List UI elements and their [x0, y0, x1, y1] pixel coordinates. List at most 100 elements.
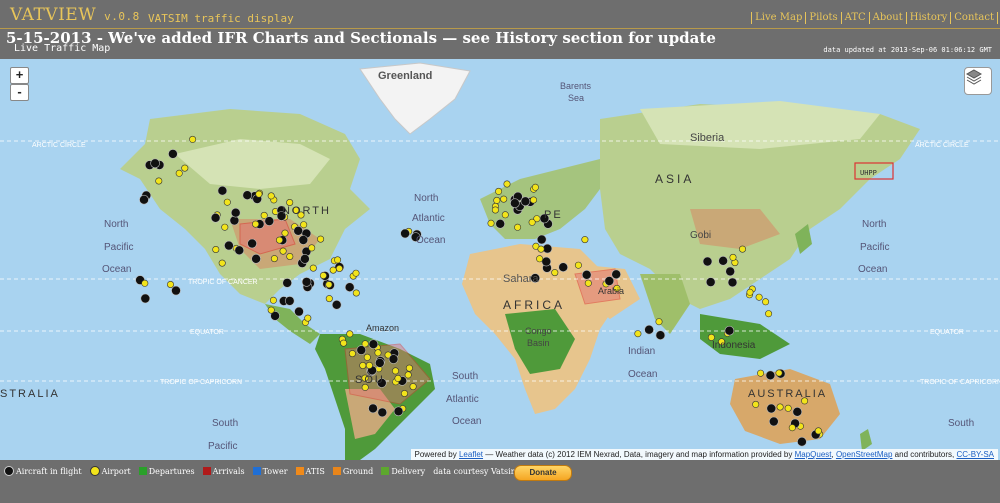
- donate-button[interactable]: Donate: [514, 465, 572, 481]
- aircraft-marker[interactable]: [374, 358, 385, 368]
- aircraft-marker[interactable]: [140, 293, 151, 304]
- aircraft-marker[interactable]: [171, 285, 181, 296]
- airport-marker[interactable]: [365, 361, 373, 369]
- aircraft-marker[interactable]: [234, 245, 245, 256]
- airport-marker[interactable]: [528, 218, 536, 226]
- airport-marker[interactable]: [495, 187, 503, 195]
- aircraft-marker[interactable]: [356, 345, 367, 355]
- airport-marker[interactable]: [308, 244, 316, 252]
- airport-marker[interactable]: [391, 367, 399, 375]
- live-traffic-map[interactable]: Greenland Barents Sea Siberia ARCTIC CIR…: [0, 59, 1000, 460]
- aircraft-marker[interactable]: [768, 416, 779, 427]
- attrib-license-link[interactable]: CC-BY-SA: [957, 450, 995, 459]
- airport-marker[interactable]: [304, 314, 312, 322]
- aircraft-marker[interactable]: [251, 254, 261, 264]
- aircraft-marker[interactable]: [718, 256, 728, 266]
- airport-marker[interactable]: [529, 196, 537, 204]
- airport-marker[interactable]: [267, 192, 275, 200]
- aircraft-marker[interactable]: [294, 306, 304, 317]
- airport-marker[interactable]: [634, 330, 642, 338]
- airport-marker[interactable]: [501, 211, 509, 219]
- airport-marker[interactable]: [325, 295, 333, 303]
- airport-marker[interactable]: [346, 330, 354, 338]
- airport-marker[interactable]: [584, 279, 592, 287]
- aircraft-marker[interactable]: [224, 240, 234, 251]
- airport-marker[interactable]: [319, 272, 327, 280]
- aircraft-marker[interactable]: [331, 300, 342, 310]
- attrib-leaflet-link[interactable]: Leaflet: [459, 450, 483, 459]
- aircraft-marker[interactable]: [298, 235, 309, 245]
- airport-marker[interactable]: [317, 235, 325, 243]
- layers-toggle-button[interactable]: [964, 67, 992, 95]
- airport-marker[interactable]: [775, 369, 783, 377]
- aircraft-marker[interactable]: [150, 158, 160, 169]
- airport-marker[interactable]: [325, 281, 333, 289]
- airport-marker[interactable]: [221, 223, 229, 231]
- nav-history[interactable]: History: [905, 12, 951, 24]
- aircraft-marker[interactable]: [536, 234, 547, 245]
- airport-marker[interactable]: [500, 195, 508, 203]
- airport-marker[interactable]: [269, 296, 277, 304]
- aircraft-marker[interactable]: [541, 256, 552, 267]
- aircraft-marker[interactable]: [229, 215, 240, 226]
- nav-contact[interactable]: Contact: [950, 12, 998, 24]
- aircraft-marker[interactable]: [766, 403, 777, 414]
- airport-marker[interactable]: [514, 223, 522, 231]
- airport-marker[interactable]: [746, 288, 754, 296]
- airport-marker[interactable]: [551, 269, 559, 277]
- airport-marker[interactable]: [788, 424, 796, 432]
- zoom-in-button[interactable]: +: [10, 67, 29, 84]
- aircraft-marker[interactable]: [377, 407, 388, 418]
- aircraft-marker[interactable]: [301, 277, 312, 287]
- airport-marker[interactable]: [348, 350, 356, 358]
- aircraft-marker[interactable]: [300, 254, 310, 264]
- zoom-out-button[interactable]: -: [10, 84, 29, 101]
- aircraft-marker[interactable]: [217, 185, 228, 196]
- airport-marker[interactable]: [655, 318, 663, 326]
- airport-marker[interactable]: [223, 198, 231, 206]
- airport-marker[interactable]: [776, 403, 784, 411]
- airport-marker[interactable]: [409, 383, 417, 391]
- airport-marker[interactable]: [300, 221, 308, 229]
- airport-marker[interactable]: [814, 427, 822, 435]
- airport-marker[interactable]: [334, 256, 342, 264]
- aircraft-marker[interactable]: [520, 196, 531, 207]
- airport-marker[interactable]: [252, 220, 260, 228]
- airport-marker[interactable]: [404, 371, 412, 379]
- airport-marker[interactable]: [352, 289, 360, 297]
- aircraft-marker[interactable]: [344, 282, 355, 292]
- aircraft-marker[interactable]: [611, 269, 622, 280]
- airport-marker[interactable]: [536, 255, 544, 263]
- aircraft-marker[interactable]: [797, 436, 807, 447]
- nav-about[interactable]: About: [868, 12, 906, 24]
- aircraft-marker[interactable]: [139, 194, 149, 205]
- airport-marker[interactable]: [493, 196, 501, 204]
- attrib-osm-link[interactable]: OpenStreetMap: [836, 450, 892, 459]
- airport-marker[interactable]: [189, 135, 197, 143]
- airport-marker[interactable]: [363, 353, 371, 361]
- aircraft-marker[interactable]: [558, 262, 569, 272]
- airport-marker[interactable]: [784, 404, 792, 412]
- aircraft-marker[interactable]: [581, 270, 592, 280]
- airport-marker[interactable]: [281, 229, 289, 237]
- airport-marker[interactable]: [762, 298, 770, 306]
- airport-marker[interactable]: [212, 246, 220, 254]
- aircraft-marker[interactable]: [495, 219, 506, 229]
- airport-marker[interactable]: [537, 245, 545, 253]
- airport-marker[interactable]: [400, 389, 408, 397]
- aircraft-marker[interactable]: [510, 198, 520, 208]
- aircraft-marker[interactable]: [247, 238, 257, 249]
- aircraft-marker[interactable]: [393, 406, 404, 417]
- airport-marker[interactable]: [270, 255, 278, 263]
- aircraft-marker[interactable]: [765, 370, 776, 381]
- aircraft-marker[interactable]: [727, 277, 738, 288]
- airport-marker[interactable]: [175, 169, 183, 177]
- airport-marker[interactable]: [329, 266, 337, 274]
- airport-marker[interactable]: [405, 364, 413, 372]
- aircraft-marker[interactable]: [168, 149, 178, 159]
- airport-marker[interactable]: [757, 369, 765, 377]
- airport-marker[interactable]: [181, 164, 189, 172]
- aircraft-marker[interactable]: [282, 278, 293, 288]
- airport-marker[interactable]: [275, 236, 283, 244]
- station-label-uhpp[interactable]: UHPP: [860, 169, 877, 177]
